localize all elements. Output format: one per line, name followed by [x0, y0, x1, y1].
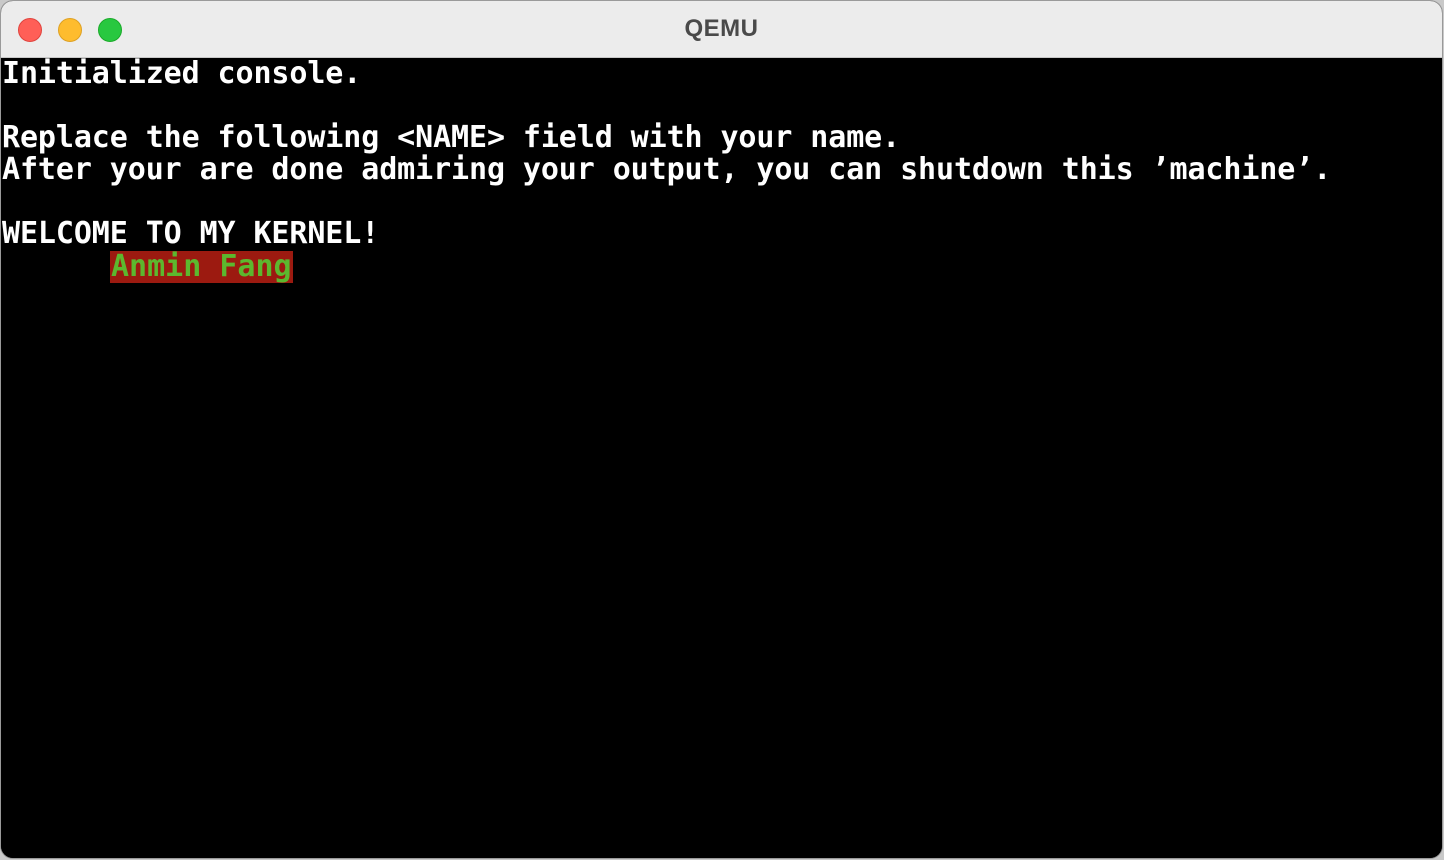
qemu-window: QEMU Initialized console. Replace the fo… [1, 1, 1442, 858]
window-title: QEMU [684, 15, 759, 42]
console-screen[interactable]: Initialized console. Replace the followi… [1, 58, 1442, 858]
title-bar[interactable]: QEMU [1, 1, 1442, 58]
console-line: After your are done admiring your output… [2, 152, 1332, 187]
highlighted-name: Anmin Fang [110, 249, 293, 284]
console-line: Replace the following <NAME> field with … [2, 120, 901, 155]
console-line: WELCOME TO MY KERNEL! [2, 216, 380, 251]
console-line: Initialized console. [2, 56, 362, 91]
